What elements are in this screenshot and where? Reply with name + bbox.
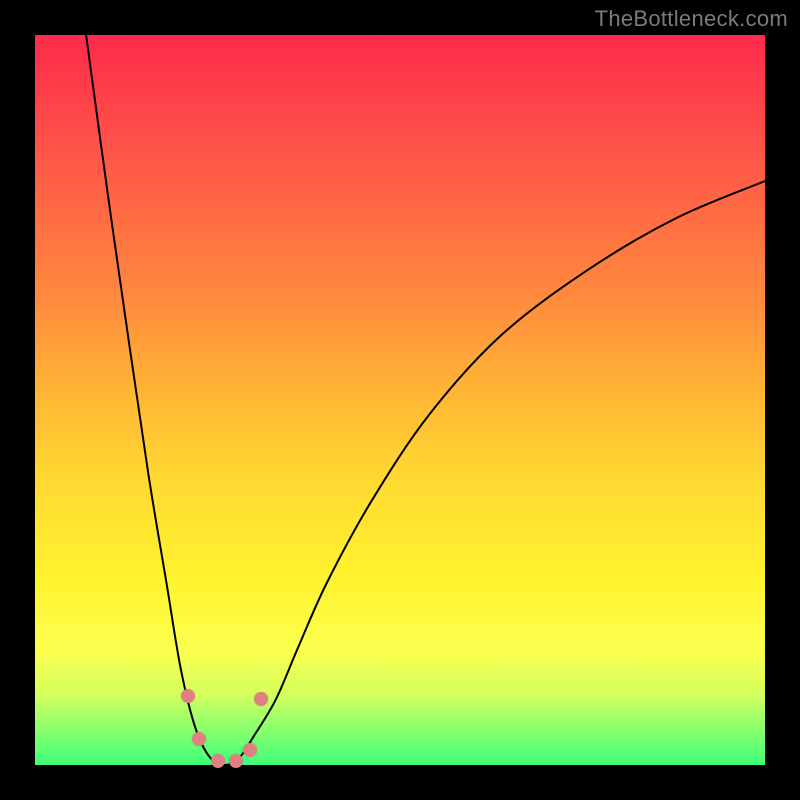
data-point-0: [181, 689, 195, 703]
chart-stage: TheBottleneck.com: [0, 0, 800, 800]
data-point-5: [254, 692, 268, 706]
plot-area: [35, 35, 765, 765]
data-point-4: [243, 743, 257, 757]
data-point-1: [192, 732, 206, 746]
watermark-text: TheBottleneck.com: [595, 6, 788, 32]
data-point-2: [211, 754, 225, 768]
data-point-3: [229, 754, 243, 768]
data-points-layer: [35, 35, 765, 765]
